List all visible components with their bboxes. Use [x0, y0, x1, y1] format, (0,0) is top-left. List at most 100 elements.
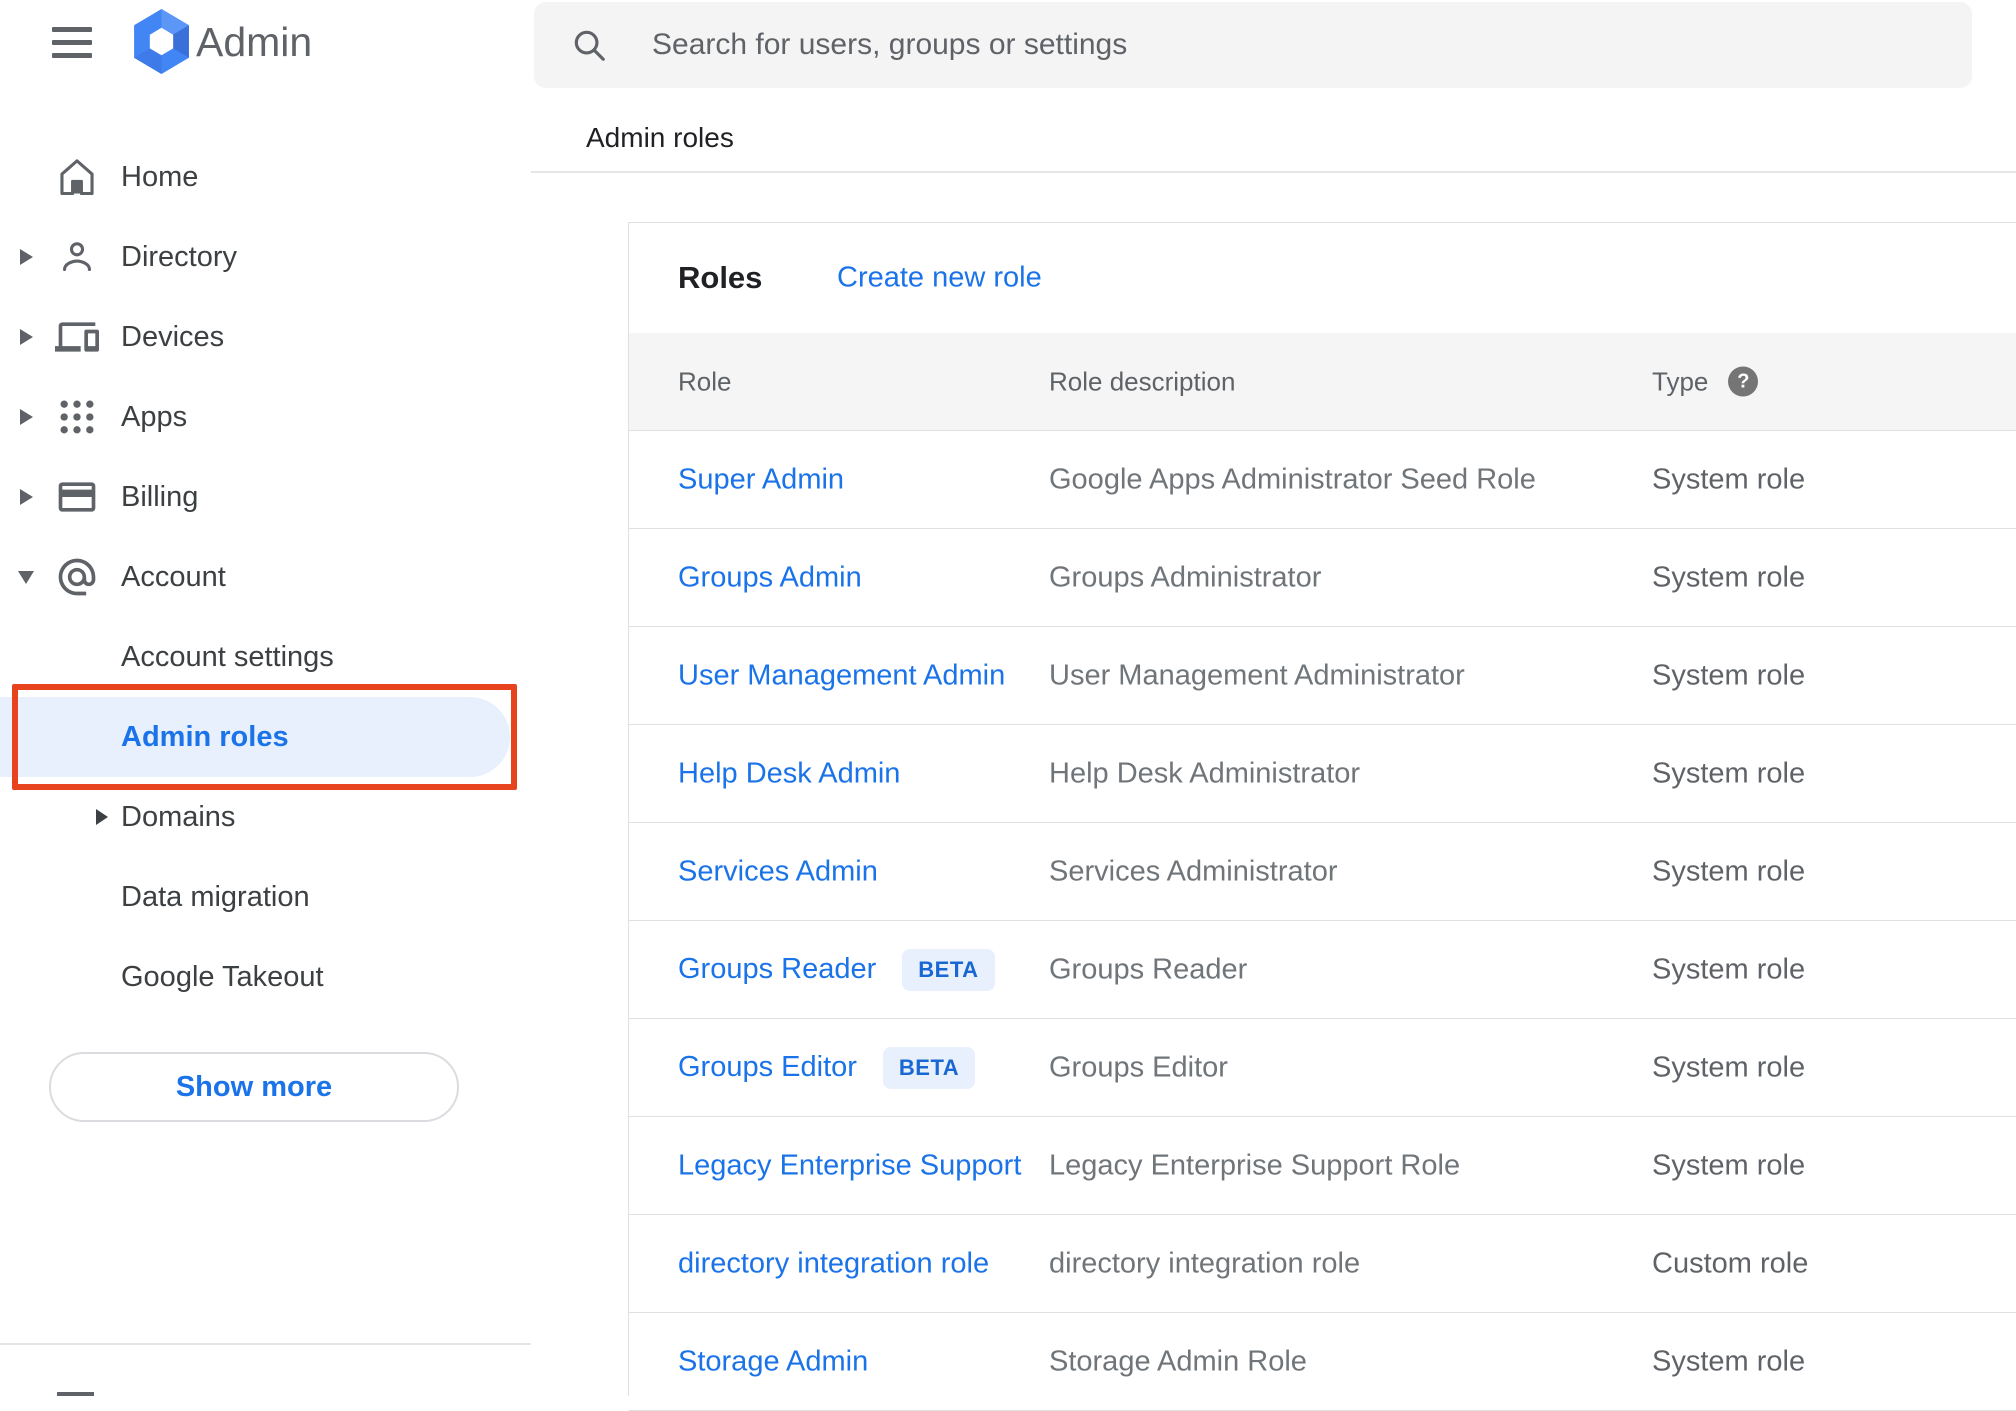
- role-link[interactable]: Groups Reader: [678, 953, 876, 986]
- role-type-cell: System role: [1652, 1345, 1806, 1377]
- role-description-cell: Groups Reader: [1049, 953, 1248, 985]
- sidebar-item-home[interactable]: Home: [0, 137, 531, 217]
- column-header-description: Role description: [1049, 366, 1236, 396]
- sidebar-item-label: Data migration: [121, 880, 310, 913]
- role-description-cell: Storage Admin Role: [1049, 1345, 1307, 1377]
- table-row: Super Admin Google Apps Administrator Se…: [629, 431, 2016, 529]
- role-cell: Services Admin: [678, 855, 878, 888]
- sidebar-nav: Home Directory Devices Apps Billing Acco…: [0, 137, 531, 1017]
- beta-badge: BETA: [902, 948, 995, 991]
- role-link[interactable]: Help Desk Admin: [678, 757, 900, 790]
- beta-badge: BETA: [882, 1046, 976, 1089]
- role-link[interactable]: Storage Admin: [678, 1345, 868, 1378]
- expand-caret-icon[interactable]: [16, 249, 36, 265]
- create-new-role-link[interactable]: Create new role: [837, 262, 1042, 295]
- search-input[interactable]: Search for users, groups or settings: [534, 2, 1972, 88]
- show-more-button[interactable]: Show more: [49, 1052, 459, 1122]
- sidebar-item-label: Devices: [121, 320, 225, 353]
- table-row: Groups Reader BETA Groups Reader System …: [629, 921, 2016, 1019]
- sidebar-item-label: Account settings: [121, 640, 334, 673]
- role-description-cell: Google Apps Administrator Seed Role: [1049, 463, 1536, 495]
- brand-title: Admin: [196, 19, 313, 65]
- role-cell: Groups Reader BETA: [678, 948, 995, 991]
- role-cell: Storage Admin: [678, 1345, 868, 1378]
- role-description-cell: Legacy Enterprise Support Role: [1049, 1149, 1461, 1181]
- header-divider: [531, 171, 2016, 173]
- role-type-cell: System role: [1652, 757, 1806, 789]
- role-cell: Super Admin: [678, 463, 844, 496]
- role-link[interactable]: User Management Admin: [678, 659, 1005, 692]
- person-icon: [55, 235, 99, 279]
- search-placeholder: Search for users, groups or settings: [652, 28, 1128, 61]
- role-cell: Groups Editor BETA: [678, 1046, 976, 1089]
- table-row: Help Desk Admin Help Desk Administrator …: [629, 725, 2016, 823]
- role-type-cell: System role: [1652, 855, 1806, 887]
- table-row: Groups Admin Groups Administrator System…: [629, 529, 2016, 627]
- role-cell: directory integration role: [678, 1247, 989, 1280]
- sidebar-item-label: Home: [121, 160, 199, 193]
- help-icon[interactable]: ?: [1728, 366, 1759, 397]
- role-description-cell: Help Desk Administrator: [1049, 757, 1361, 789]
- role-description-cell: directory integration role: [1049, 1247, 1361, 1279]
- role-link[interactable]: Legacy Enterprise Support: [678, 1149, 1021, 1182]
- at-sign-icon: [55, 555, 99, 599]
- role-type-cell: Custom role: [1652, 1247, 1809, 1279]
- table-row: Legacy Enterprise Support Legacy Enterpr…: [629, 1117, 2016, 1215]
- table-row: Services Admin Services Administrator Sy…: [629, 823, 2016, 921]
- devices-icon: [55, 315, 99, 359]
- search-icon: [574, 30, 605, 61]
- column-header-type-label: Type: [1652, 366, 1709, 396]
- expand-caret-icon[interactable]: [16, 489, 36, 505]
- role-type-cell: System role: [1652, 1051, 1806, 1083]
- sidebar-item-account[interactable]: Account: [0, 537, 531, 617]
- sidebar-item-label: Directory: [121, 240, 238, 273]
- collapse-caret-icon[interactable]: [16, 570, 36, 584]
- sidebar-item-label: Account: [121, 560, 226, 593]
- sidebar-item-label: Admin roles: [121, 720, 289, 753]
- sidebar-item-admin-roles[interactable]: Admin roles: [0, 697, 510, 777]
- role-type-cell: System role: [1652, 463, 1806, 495]
- expand-caret-icon[interactable]: [16, 409, 36, 425]
- roles-title: Roles: [678, 260, 763, 295]
- column-header-role: Role: [678, 366, 732, 396]
- sidebar-item-account-settings[interactable]: Account settings: [0, 617, 531, 697]
- sidebar-item-devices[interactable]: Devices: [0, 297, 531, 377]
- clipped-bottom-icon: [57, 1392, 94, 1396]
- role-description-cell: Groups Editor: [1049, 1051, 1228, 1083]
- table-header-row: Role Role description Type ?: [629, 333, 2016, 431]
- sidebar-item-label: Apps: [121, 400, 188, 433]
- home-icon: [55, 155, 99, 199]
- sidebar-item-apps[interactable]: Apps: [0, 377, 531, 457]
- role-link[interactable]: Groups Admin: [678, 561, 862, 594]
- sidebar: Admin Home Directory Devices Apps Billin…: [0, 0, 531, 1396]
- breadcrumb: Admin roles: [586, 122, 734, 153]
- column-header-type: Type ?: [1652, 366, 1759, 397]
- table-row: Groups Editor BETA Groups Editor System …: [629, 1019, 2016, 1117]
- role-type-cell: System role: [1652, 659, 1806, 691]
- sidebar-divider: [0, 1343, 531, 1345]
- role-cell: Groups Admin: [678, 561, 862, 594]
- sidebar-item-label: Google Takeout: [121, 960, 324, 993]
- role-link[interactable]: directory integration role: [678, 1247, 989, 1280]
- sidebar-item-domains[interactable]: Domains: [0, 777, 531, 857]
- roles-card-header: Roles Create new role: [629, 223, 2016, 333]
- sidebar-item-directory[interactable]: Directory: [0, 217, 531, 297]
- role-description-cell: Groups Administrator: [1049, 561, 1322, 593]
- sidebar-item-google-takeout[interactable]: Google Takeout: [0, 937, 531, 1017]
- expand-caret-icon[interactable]: [96, 809, 108, 825]
- sidebar-item-label: Billing: [121, 480, 199, 513]
- billing-card-icon: [55, 475, 99, 519]
- role-type-cell: System role: [1652, 561, 1806, 593]
- expand-caret-icon[interactable]: [16, 329, 36, 345]
- hamburger-menu-icon[interactable]: [52, 27, 92, 59]
- role-cell: User Management Admin: [678, 659, 1005, 692]
- role-link[interactable]: Services Admin: [678, 855, 878, 888]
- admin-logo-icon: [128, 8, 195, 75]
- sidebar-item-data-migration[interactable]: Data migration: [0, 857, 531, 937]
- role-type-cell: System role: [1652, 1149, 1806, 1181]
- roles-card: Roles Create new role Role Role descript…: [628, 222, 2016, 1411]
- role-link[interactable]: Groups Editor: [678, 1051, 857, 1084]
- role-link[interactable]: Super Admin: [678, 463, 844, 496]
- sidebar-item-billing[interactable]: Billing: [0, 457, 531, 537]
- table-row: directory integration role directory int…: [629, 1215, 2016, 1313]
